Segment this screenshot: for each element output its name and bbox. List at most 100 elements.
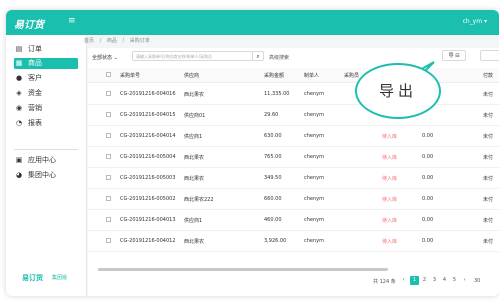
page-button[interactable]: 4	[440, 276, 449, 285]
sidebar-item-label: 集团中心	[28, 171, 56, 179]
order-number[interactable]: CG-20191216-004016	[120, 91, 176, 97]
prev-page-button[interactable]: ‹	[399, 276, 408, 285]
sidebar-item-label: 报表	[28, 119, 42, 127]
page-button[interactable]: 1	[410, 276, 419, 285]
creator: chenym	[304, 154, 324, 160]
supplier: 西北果农	[184, 92, 205, 98]
user-menu[interactable]: ch_ym ▾	[463, 18, 487, 25]
sidebar-item-goods[interactable]: ▦ 商品	[14, 58, 78, 69]
sidebar-item-customers[interactable]: ● 客户	[14, 73, 78, 84]
row-checkbox[interactable]	[106, 133, 111, 138]
customer-icon: ●	[15, 74, 23, 82]
table-row[interactable]: CG-20191216-004012 西北果农 3,926.00 chenym …	[88, 231, 499, 252]
report-icon: ◔	[15, 119, 23, 127]
sidebar: ▤ 订单 ▦ 商品 ● 客户 ◈ 资金 ◉ 营销 ◔ 报表 ▣ 应用中心 ◕ 集团中心 易订货 …	[6, 35, 87, 296]
sidebar-item-label: 营销	[28, 104, 42, 112]
supplier: 供应商1	[184, 218, 203, 224]
payment-status: 未付	[483, 155, 494, 161]
sidebar-item-marketing[interactable]: ◉ 营销	[14, 103, 78, 114]
export-button[interactable]: 导 ⊟	[442, 50, 466, 61]
page-button[interactable]: 3	[430, 276, 439, 285]
app-logo: 易订货	[14, 20, 44, 31]
creator: chenym	[304, 112, 324, 118]
creator: chenym	[304, 196, 324, 202]
order-number[interactable]: CG-20191216-005002	[120, 196, 176, 202]
column-header[interactable]: 制单人	[304, 72, 319, 79]
order-number[interactable]: CG-20191216-004015	[120, 112, 176, 118]
group-center-icon: ◕	[15, 171, 23, 179]
breadcrumb-separator: /	[99, 38, 102, 44]
sidebar-item-label: 订单	[28, 45, 42, 53]
supplier: 西北果农	[184, 176, 205, 182]
column-header[interactable]: 采购金额	[264, 72, 284, 79]
row-checkbox[interactable]	[106, 154, 111, 159]
status-filter[interactable]: 全部状态 ⌄	[92, 54, 118, 61]
row-checkbox[interactable]	[106, 91, 111, 96]
breadcrumb-home[interactable]: 首页	[84, 38, 94, 44]
stock-status: 待入库	[382, 197, 398, 203]
sidebar-item-reports[interactable]: ◔ 报表	[14, 118, 78, 129]
table-row[interactable]: CG-20191216-005002 西北果农222 660.00 chenym…	[88, 189, 499, 210]
order-number[interactable]: CG-20191216-004014	[120, 133, 176, 139]
search-icon[interactable]: ⌕	[252, 51, 264, 61]
creator: chenym	[304, 91, 324, 97]
payment-status: 未付	[483, 176, 494, 182]
page-button[interactable]: 2	[420, 276, 429, 285]
table-row[interactable]: CG-20191216-004015 供应商01 29.60 chenym 未付	[88, 105, 499, 126]
payment-status: 未付	[483, 218, 494, 224]
column-header[interactable]: 供应商	[184, 72, 199, 79]
sidebar-item-group-center[interactable]: ◕ 集团中心	[14, 170, 78, 181]
column-header[interactable]: 付款	[483, 72, 493, 79]
sidebar-item-label: 应用中心	[28, 156, 56, 164]
supplier: 西北果农222	[184, 197, 214, 203]
row-checkbox[interactable]	[106, 238, 111, 243]
page-button[interactable]: 5	[450, 276, 459, 285]
column-header[interactable]: 采购单号	[120, 72, 140, 79]
amount: 660.00	[264, 196, 282, 202]
app-window: 易订货 ≡ ch_ym ▾ ▤ 订单 ▦ 商品 ● 客户 ◈ 资金 ◉ 营销 ◔ 报表 ▣ 应…	[6, 10, 499, 296]
page-size-select[interactable]: 30	[474, 278, 480, 284]
sidebar-item-app-center[interactable]: ▣ 应用中心	[14, 155, 78, 166]
select-all-checkbox[interactable]	[106, 72, 111, 77]
order-number[interactable]: CG-20191216-004012	[120, 238, 176, 244]
order-number[interactable]: CG-20191216-004013	[120, 217, 176, 223]
breadcrumb-current: 采购订单	[129, 38, 150, 44]
creator: chenym	[304, 133, 324, 139]
amount: 11,335.00	[264, 91, 290, 97]
column-header[interactable]: 采购员	[344, 72, 359, 79]
horizontal-scrollbar[interactable]	[98, 268, 388, 271]
supplier: 供应商1	[184, 134, 203, 140]
table-row[interactable]: CG-20191216-004013 供应商1 460.00 chenym 待入…	[88, 210, 499, 231]
row-checkbox[interactable]	[106, 196, 111, 201]
goods-icon: ▦	[15, 59, 23, 67]
search-input[interactable]: 请输入采购单号/供应商名称/制单人/采购员	[132, 51, 253, 61]
stocked-amount: 0.00	[422, 217, 434, 223]
creator: chenym	[304, 217, 324, 223]
next-page-button[interactable]: ›	[460, 276, 469, 285]
row-checkbox[interactable]	[106, 217, 111, 222]
stock-status: 待入库	[382, 155, 398, 161]
table-row[interactable]: CG-20191216-005004 西北果农 765.00 chenym 待入…	[88, 147, 499, 168]
row-checkbox[interactable]	[106, 112, 111, 117]
amount: 765.00	[264, 154, 282, 160]
brand-edition: 集团版	[52, 275, 68, 281]
creator: chenym	[304, 175, 324, 181]
brand-logo: 易订货	[22, 274, 43, 282]
order-number[interactable]: CG-20191216-005003	[120, 175, 176, 181]
stocked-amount: 0.00	[422, 238, 434, 244]
sidebar-item-label: 客户	[28, 74, 42, 82]
stock-status: 待入库	[382, 239, 398, 245]
order-number[interactable]: CG-20191216-005004	[120, 154, 176, 160]
supplier: 供应商01	[184, 113, 206, 119]
table-row[interactable]: CG-20191216-004014 供应商1 630.00 chenym 待入…	[88, 126, 499, 147]
stocked-amount: 0.00	[422, 196, 434, 202]
breadcrumb-goods[interactable]: 商品	[107, 38, 117, 44]
more-button[interactable]	[480, 50, 499, 61]
advanced-search-link[interactable]: 高级搜索	[269, 54, 289, 61]
table-row[interactable]: CG-20191216-005003 西北果农 349.50 chenym 待入…	[88, 168, 499, 189]
sidebar-item-funds[interactable]: ◈ 资金	[14, 88, 78, 99]
stocked-amount: 0.00	[422, 175, 434, 181]
row-checkbox[interactable]	[106, 175, 111, 180]
sidebar-item-orders[interactable]: ▤ 订单	[14, 44, 78, 55]
menu-icon[interactable]: ≡	[68, 16, 76, 26]
